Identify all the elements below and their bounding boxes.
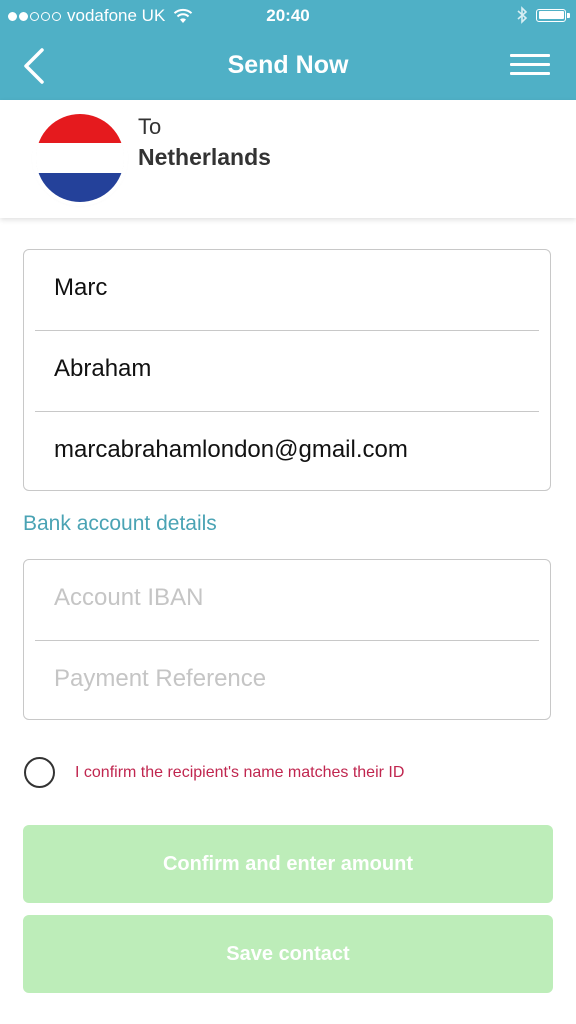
save-contact-button[interactable]: Save contact xyxy=(23,915,553,993)
first-name-field[interactable]: Marc xyxy=(35,250,539,331)
email-field[interactable]: marcabrahamlondon@gmail.com xyxy=(35,412,539,492)
bank-details-label: Bank account details xyxy=(23,512,217,535)
back-button[interactable] xyxy=(18,46,58,86)
battery-icon xyxy=(536,8,570,22)
iban-field[interactable]: Account IBAN xyxy=(35,560,539,641)
first-name-value: Marc xyxy=(54,274,108,301)
email-value: marcabrahamlondon@gmail.com xyxy=(54,436,408,463)
payment-reference-placeholder: Payment Reference xyxy=(54,665,267,692)
chevron-left-icon xyxy=(24,48,44,84)
confirm-id-label[interactable]: I confirm the recipient's name matches t… xyxy=(75,764,404,782)
status-time: 20:40 xyxy=(266,6,310,25)
netherlands-flag-icon xyxy=(36,114,124,202)
last-name-field[interactable]: Abraham xyxy=(35,331,539,412)
confirm-id-checkbox[interactable] xyxy=(24,757,55,788)
payment-reference-field[interactable]: Payment Reference xyxy=(35,641,539,721)
confirm-and-enter-amount-button[interactable]: Confirm and enter amount xyxy=(23,825,553,903)
destination-header: To Netherlands xyxy=(0,100,576,218)
destination-to-label: To xyxy=(138,114,162,139)
bank-details-form: Account IBAN Payment Reference xyxy=(23,559,551,720)
page-title: Send Now xyxy=(227,51,349,79)
menu-button[interactable] xyxy=(510,54,550,78)
destination-country: Netherlands xyxy=(138,144,271,170)
navigation-bar: Send Now xyxy=(0,32,576,100)
personal-details-form: Marc Abraham marcabrahamlondon@gmail.com xyxy=(23,249,551,491)
status-right xyxy=(516,6,570,24)
last-name-value: Abraham xyxy=(54,355,152,382)
iban-placeholder: Account IBAN xyxy=(54,584,204,611)
bluetooth-icon xyxy=(517,6,528,24)
status-bar: vodafone UK 20:40 xyxy=(0,0,576,32)
hamburger-menu-icon xyxy=(510,54,550,75)
